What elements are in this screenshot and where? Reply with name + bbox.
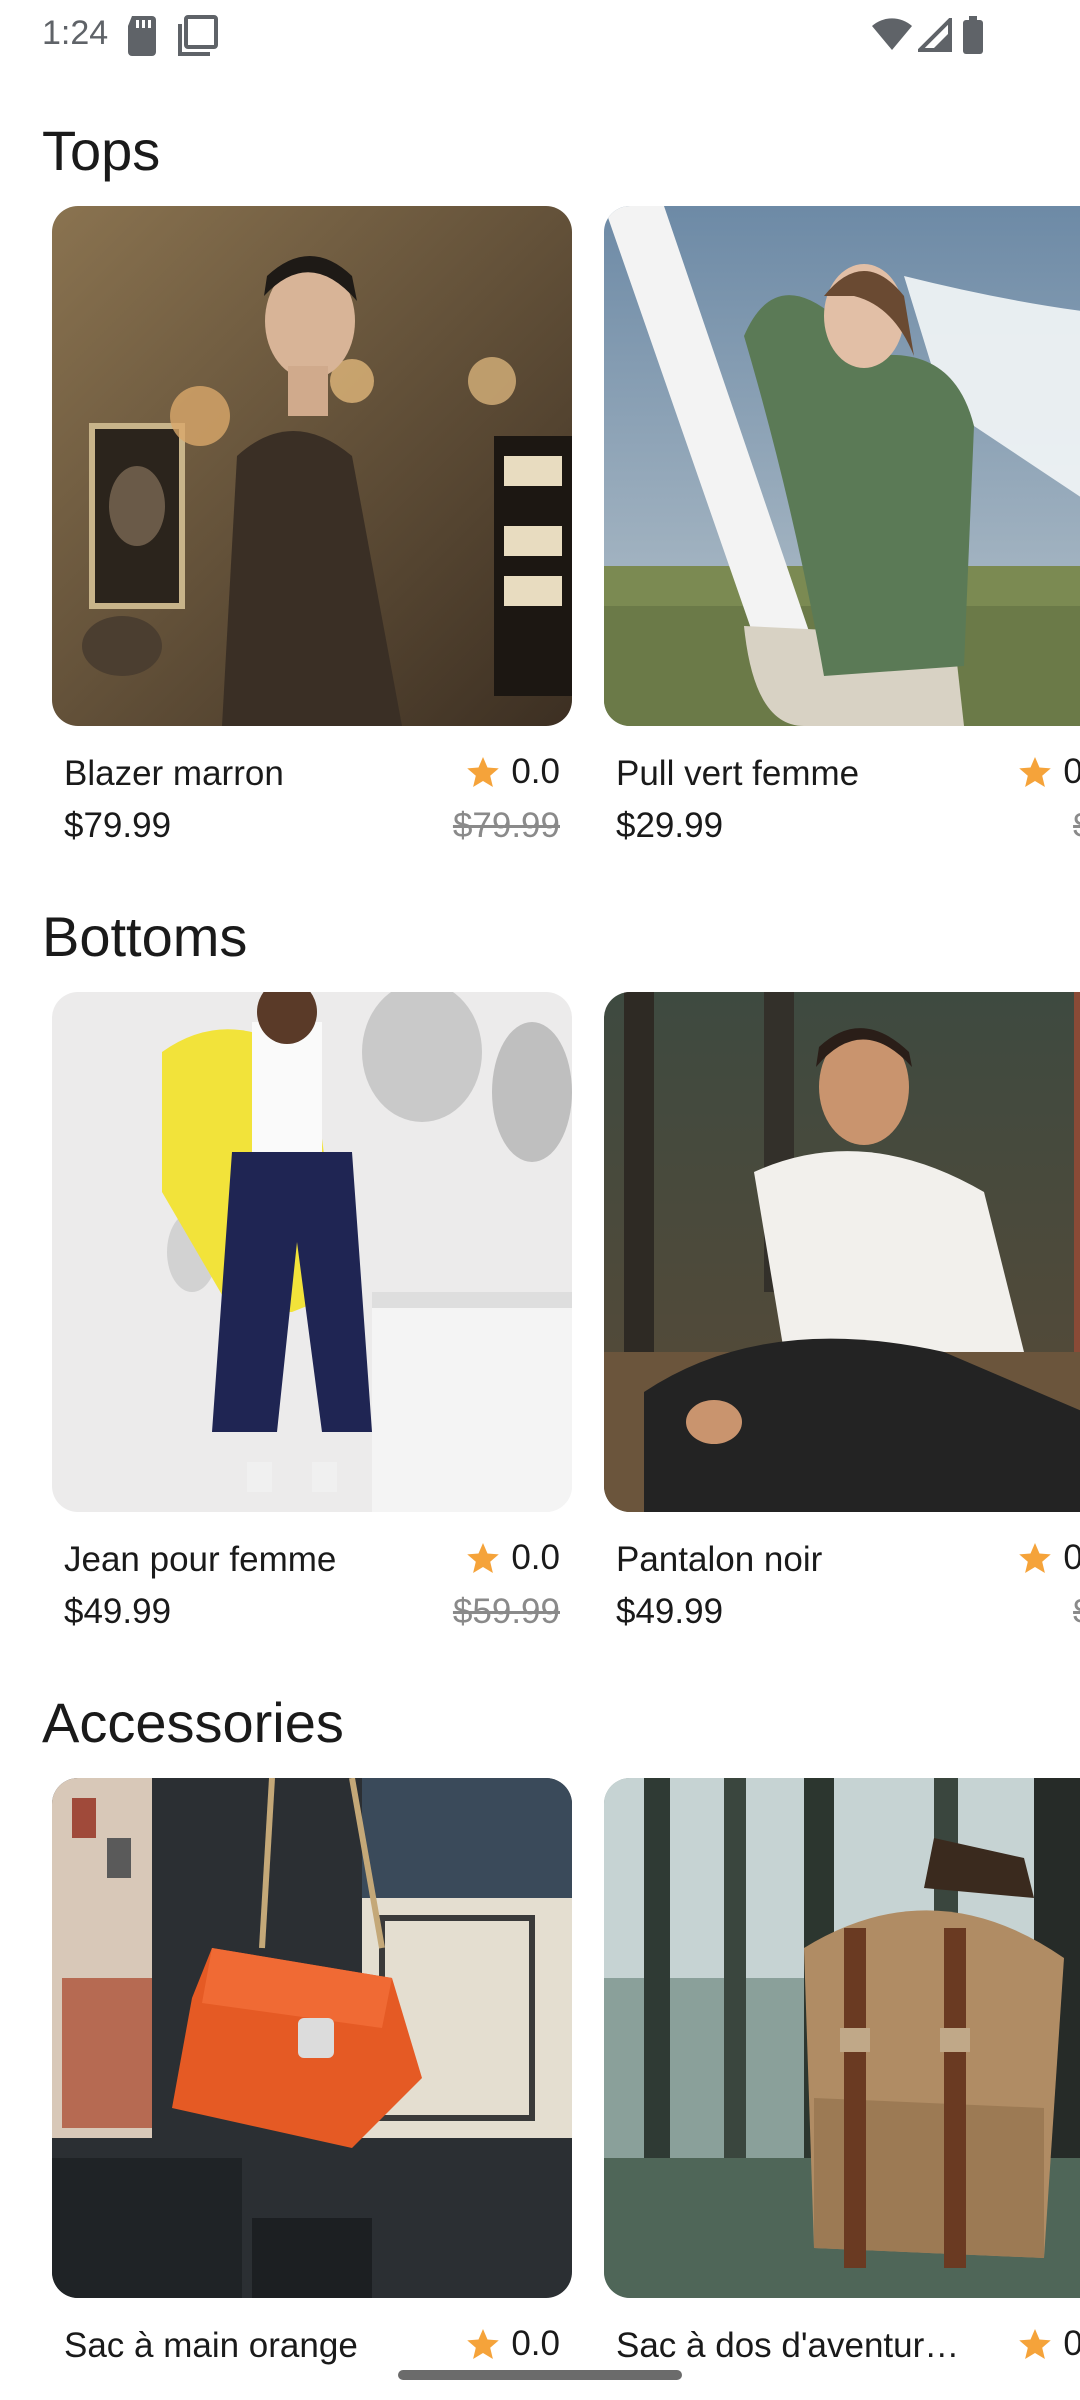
rating-value: 0.0: [511, 1538, 560, 1577]
product-card[interactable]: Blazer marron 0.0 $79.99 $79.99: [52, 206, 572, 866]
rating-value: 0.0: [1063, 1538, 1080, 1577]
star-icon: [1019, 1543, 1052, 1573]
product-rating: 0.0: [1017, 1538, 1080, 1578]
product-name: Jean pour femme: [64, 1540, 337, 1579]
product-name: Sac à main orange: [64, 2326, 358, 2365]
rating-value: 0.0: [1063, 2324, 1080, 2363]
woman-in-green-sweater-image: [604, 206, 1080, 726]
product-rating: 0.0: [465, 2324, 560, 2364]
product-card[interactable]: Pull vert femme 0.0 $29.99 $3: [604, 206, 1080, 866]
star-icon: [467, 757, 500, 787]
product-card[interactable]: Pantalon noir 0.0 $49.99 $6: [604, 992, 1080, 1652]
rating-value: 0.0: [1063, 752, 1080, 791]
product-old-price: $79.99: [452, 806, 560, 845]
product-row-accessories[interactable]: Sac à main orange 0.0 Sac à dos d'aventu…: [0, 1778, 1080, 2400]
product-image[interactable]: [52, 206, 572, 726]
product-image[interactable]: [52, 1778, 572, 2298]
product-name: Blazer marron: [64, 754, 284, 793]
star-icon: [467, 1543, 500, 1573]
battery-icon: [962, 16, 984, 59]
section-title-bottoms: Bottoms: [42, 905, 248, 968]
rating-value: 0.0: [511, 2324, 560, 2363]
product-old-price: $6: [1073, 1592, 1080, 1632]
man-in-white-shirt-image: [604, 992, 1080, 1512]
status-bar: 1:24: [0, 0, 1080, 72]
product-rating: 0.0: [1017, 2324, 1080, 2364]
product-image[interactable]: [604, 206, 1080, 726]
sd-card-icon: [124, 14, 160, 63]
product-card[interactable]: Sac à main orange 0.0: [52, 1778, 572, 2400]
product-price: $79.99: [64, 806, 172, 845]
product-card[interactable]: Jean pour femme 0.0 $49.99 $59.99: [52, 992, 572, 1652]
star-icon: [1019, 757, 1052, 787]
woman-in-yellow-cardigan-image: [52, 992, 572, 1512]
product-card[interactable]: Sac à dos d'aventur… 0.0: [604, 1778, 1080, 2400]
product-price: $49.99: [616, 1592, 724, 1631]
product-image[interactable]: [604, 1778, 1080, 2298]
man-in-brown-blazer-image: [52, 206, 572, 726]
orange-handbag-image: [52, 1778, 572, 2298]
product-image[interactable]: [604, 992, 1080, 1512]
product-rating: 0.0: [465, 1538, 560, 1578]
app-screen: 1:24 Tops Blazer marron 0.0 $79.99 $79.9…: [0, 0, 1080, 2400]
star-icon: [1019, 2329, 1052, 2359]
signal-icon: [915, 15, 952, 57]
gesture-nav-handle[interactable]: [398, 2370, 682, 2380]
product-old-price: $59.99: [452, 1592, 560, 1631]
product-name: Pantalon noir: [616, 1540, 823, 1579]
product-row-tops[interactable]: Blazer marron 0.0 $79.99 $79.99 Pull ver…: [0, 206, 1080, 866]
product-rating: 0.0: [1017, 752, 1080, 792]
brown-backpack-image: [604, 1778, 1080, 2298]
product-price: $49.99: [64, 1592, 172, 1631]
product-row-bottoms[interactable]: Jean pour femme 0.0 $49.99 $59.99 Pantal…: [0, 992, 1080, 1652]
wifi-icon: [872, 18, 912, 57]
screenshot-icon: [176, 14, 220, 63]
product-name: Sac à dos d'aventur…: [616, 2326, 960, 2365]
product-rating: 0.0: [465, 752, 560, 792]
rating-value: 0.0: [511, 752, 560, 791]
product-price: $29.99: [616, 806, 724, 845]
star-icon: [467, 2329, 500, 2359]
product-old-price: $3: [1073, 806, 1080, 846]
section-title-tops: Tops: [42, 119, 161, 182]
status-time: 1:24: [42, 14, 109, 52]
section-title-accessories: Accessories: [42, 1691, 344, 1754]
product-name: Pull vert femme: [616, 754, 860, 793]
product-image[interactable]: [52, 992, 572, 1512]
